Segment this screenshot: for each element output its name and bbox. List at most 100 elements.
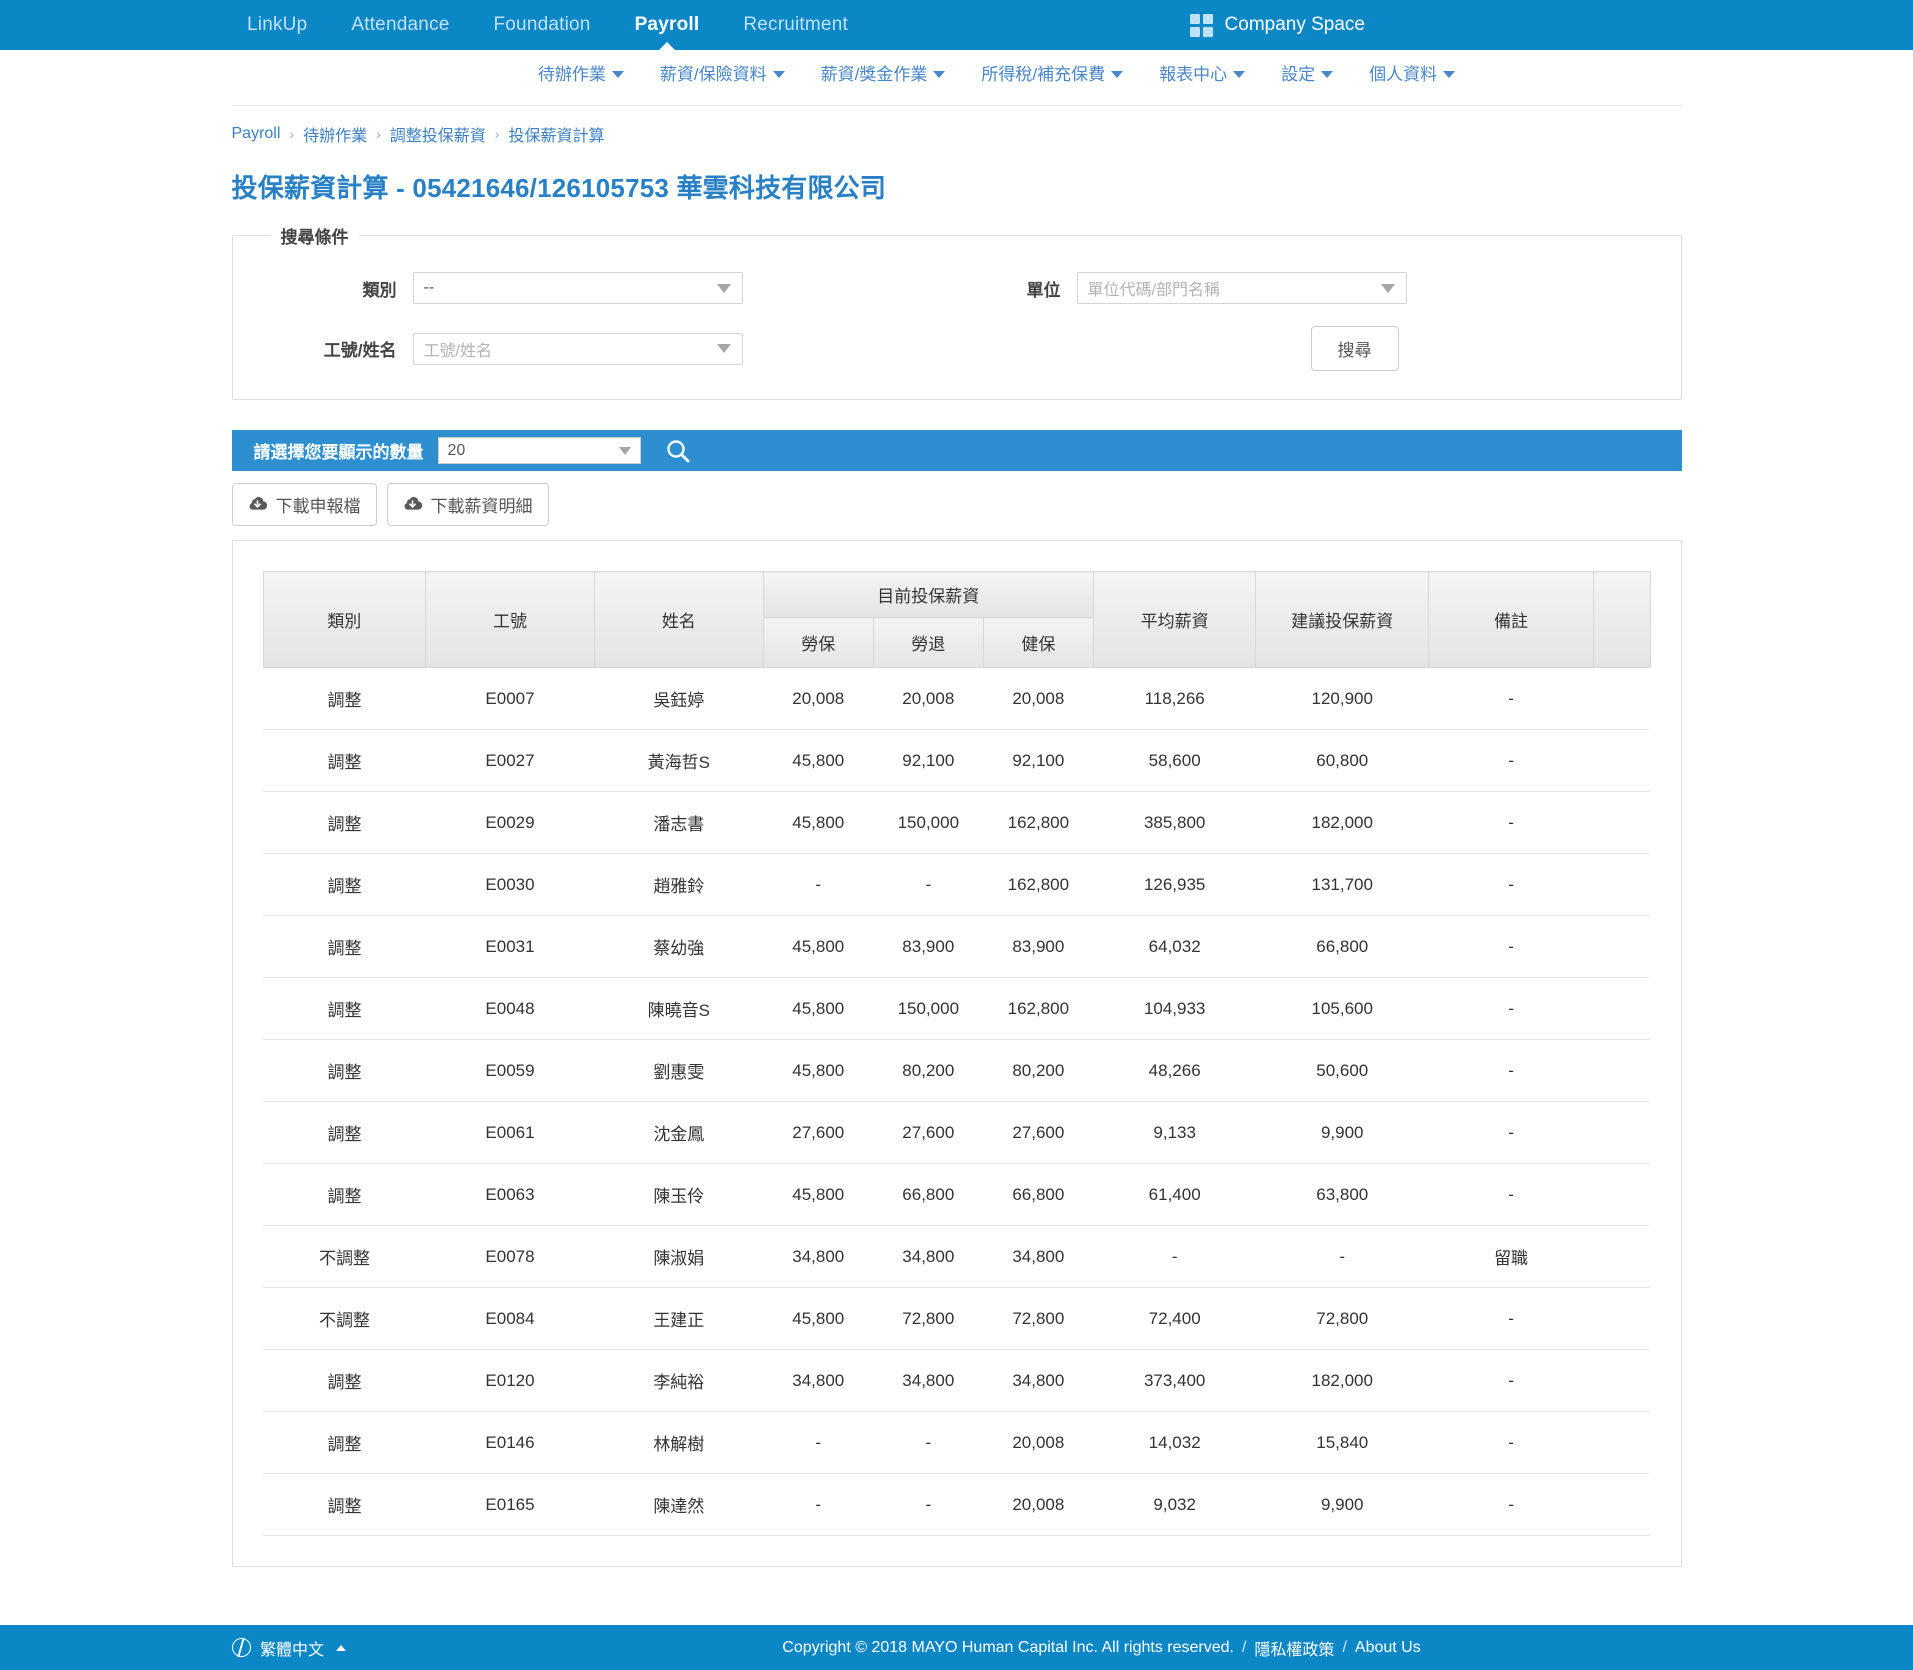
cell-average-salary: 64,032 bbox=[1093, 915, 1256, 978]
cell-name: 吳鈺婷 bbox=[594, 667, 764, 730]
cell-health-insurance: 72,800 bbox=[983, 1287, 1094, 1350]
table-row[interactable]: 調整 E0063 陳玉伶 45,800 66,800 66,800 61,400 63,800… bbox=[263, 1163, 1650, 1226]
search-form: 類別 -- 單位 單位代碼/部門名稱 工號/姓名 工號/姓名 搜尋 bbox=[263, 258, 1651, 371]
employee-select[interactable]: 工號/姓名 bbox=[412, 332, 743, 365]
cell-average-salary: 9,133 bbox=[1093, 1101, 1256, 1164]
download-declaration-button[interactable]: 下載申報檔 bbox=[231, 483, 377, 526]
cell-suggested-salary: 105,600 bbox=[1255, 977, 1429, 1040]
display-count-select[interactable]: 20 bbox=[437, 437, 641, 464]
breadcrumb-separator-icon: › bbox=[376, 126, 381, 142]
cell-employee-id: E0029 bbox=[425, 791, 595, 854]
nav-item-foundation[interactable]: Foundation bbox=[471, 0, 612, 50]
table-row[interactable]: 不調整 E0078 陳淑娟 34,800 34,800 34,800- - 留職 bbox=[263, 1225, 1650, 1288]
unit-label: 單位 bbox=[1026, 280, 1061, 300]
breadcrumb-item-adjust-insured-salary[interactable]: 調整投保薪資 bbox=[390, 122, 486, 146]
cell-labor-insurance: 20,008 bbox=[763, 667, 874, 730]
nav-item-payroll[interactable]: Payroll bbox=[613, 0, 722, 50]
cell-average-salary: 61,400 bbox=[1093, 1163, 1256, 1226]
subnav-item-profile[interactable]: 個人資料 bbox=[1351, 60, 1473, 85]
cell-category: 調整 bbox=[263, 977, 426, 1040]
nav-item-recruitment[interactable]: Recruitment bbox=[721, 0, 870, 50]
cell-name: 陳玉伶 bbox=[594, 1163, 764, 1226]
cell-name: 陳淑娟 bbox=[594, 1225, 764, 1288]
table-row[interactable]: 調整 E0031 蔡幼強 45,800 83,900 83,900 64,032 66,800… bbox=[263, 915, 1650, 978]
subnav-item-salary-bonus[interactable]: 薪資/獎金作業 bbox=[803, 60, 964, 85]
cell-blank bbox=[1593, 1473, 1650, 1536]
table-row[interactable]: 不調整 E0084 王建正 45,800 72,800 72,800 72,400 72,80… bbox=[263, 1287, 1650, 1350]
cell-labor-pension: - bbox=[873, 853, 984, 916]
subnav-item-income-tax[interactable]: 所得稅/補充保費 bbox=[963, 60, 1141, 85]
subnav-item-salary-insurance[interactable]: 薪資/保險資料 bbox=[642, 60, 803, 85]
privacy-policy-link[interactable]: 隱私權政策 bbox=[1254, 1636, 1334, 1660]
search-button[interactable]: 搜尋 bbox=[1310, 326, 1399, 371]
cell-employee-id: E0165 bbox=[425, 1473, 595, 1536]
cell-health-insurance: 20,008 bbox=[983, 667, 1094, 730]
unit-select-value: 單位代碼/部門名稱 bbox=[1087, 282, 1220, 299]
cell-category: 調整 bbox=[263, 853, 426, 916]
table-row[interactable]: 調整 E0059 劉惠雯 45,800 80,200 80,200 48,266 50,600… bbox=[263, 1039, 1650, 1102]
cell-blank bbox=[1593, 1349, 1650, 1412]
cell-health-insurance: 20,008 bbox=[983, 1411, 1094, 1474]
language-label: 繁體中文 bbox=[260, 1641, 325, 1659]
table-row[interactable]: 調整 E0029 潘志書 45,800 150,000 162,800 385,800 182… bbox=[263, 791, 1650, 854]
cell-blank bbox=[1593, 1411, 1650, 1474]
about-us-link[interactable]: About Us bbox=[1355, 1639, 1421, 1657]
cell-average-salary: 118,266 bbox=[1093, 667, 1256, 730]
breadcrumb-item-payroll[interactable]: Payroll bbox=[232, 125, 281, 143]
company-space-button[interactable]: Company Space bbox=[1189, 13, 1365, 37]
cell-average-salary: 126,935 bbox=[1093, 853, 1256, 916]
cell-blank bbox=[1593, 1101, 1650, 1164]
unit-select[interactable]: 單位代碼/部門名稱 bbox=[1076, 272, 1407, 304]
cell-labor-insurance: - bbox=[763, 853, 874, 916]
cell-suggested-salary: 182,000 bbox=[1255, 791, 1429, 854]
subnav-item-report-center[interactable]: 報表中心 bbox=[1141, 60, 1263, 85]
download-payroll-detail-label: 下載薪資明細 bbox=[430, 497, 533, 516]
secondary-nav: 待辦作業 薪資/保險資料 薪資/獎金作業 所得稅/補充保費 報表中心 設定 個人… bbox=[0, 50, 1913, 95]
company-space-label: Company Space bbox=[1224, 14, 1365, 35]
table-row[interactable]: 調整 E0165 陳達然 - -20,008 9,032 9,900- bbox=[263, 1473, 1650, 1536]
category-select[interactable]: -- bbox=[412, 272, 743, 304]
table-row[interactable]: 調整 E0146 林解樹 - -20,008 14,032 15,840- bbox=[263, 1411, 1650, 1474]
cell-blank bbox=[1593, 791, 1650, 854]
subnav-label: 薪資/保險資料 bbox=[659, 65, 767, 84]
cell-employee-id: E0120 bbox=[425, 1349, 595, 1412]
cell-employee-id: E0048 bbox=[425, 977, 595, 1040]
cell-health-insurance: 80,200 bbox=[983, 1039, 1094, 1102]
cell-category: 調整 bbox=[263, 791, 426, 854]
cell-health-insurance: 66,800 bbox=[983, 1163, 1094, 1226]
table-row[interactable]: 調整 E0061 沈金鳳 27,600 27,600 27,600 9,133 9,900- bbox=[263, 1101, 1650, 1164]
cell-name: 蔡幼強 bbox=[594, 915, 764, 978]
subnav-item-todo[interactable]: 待辦作業 bbox=[520, 60, 642, 85]
table-row[interactable]: 調整 E0120 李純裕 34,800 34,800 34,800 373,400 182,0… bbox=[263, 1349, 1650, 1412]
cell-suggested-salary: 9,900 bbox=[1255, 1101, 1429, 1164]
cell-note: - bbox=[1428, 977, 1594, 1040]
table-row[interactable]: 調整 E0007 吳鈺婷 20,008 20,008 20,008 118,266 120,9… bbox=[263, 667, 1650, 730]
cell-labor-pension: - bbox=[873, 1411, 984, 1474]
display-count-label: 請選擇您要顯示的數量 bbox=[253, 443, 424, 462]
table-row[interactable]: 調整 E0027 黃海哲S 45,800 92,100 92,100 58,600 60,80… bbox=[263, 729, 1650, 792]
subnav-label: 待辦作業 bbox=[537, 65, 606, 84]
cell-labor-insurance: - bbox=[763, 1411, 874, 1474]
table-row[interactable]: 調整 E0030 趙雅鈴 - -162,800 126,935 131,700- bbox=[263, 853, 1650, 916]
breadcrumb-item-insured-salary-calc[interactable]: 投保薪資計算 bbox=[508, 122, 604, 146]
cell-labor-insurance: 45,800 bbox=[763, 1163, 874, 1226]
cell-labor-insurance: 34,800 bbox=[763, 1349, 874, 1412]
cell-employee-id: E0078 bbox=[425, 1225, 595, 1288]
chevron-down-icon bbox=[611, 71, 624, 79]
header-current-insured-salary-group: 目前投保薪資 bbox=[762, 571, 1094, 618]
cell-employee-id: E0027 bbox=[425, 729, 595, 792]
nav-item-linkup[interactable]: LinkUp bbox=[225, 0, 329, 50]
cell-blank bbox=[1593, 977, 1650, 1040]
breadcrumb-item-todo[interactable]: 待辦作業 bbox=[303, 122, 367, 146]
table-row[interactable]: 調整 E0048 陳曉音S 45,800 150,000 162,800 104,933 10… bbox=[263, 977, 1650, 1040]
cell-note: 留職 bbox=[1428, 1225, 1594, 1288]
search-icon[interactable] bbox=[665, 438, 691, 464]
cell-blank bbox=[1593, 729, 1650, 792]
language-selector[interactable]: 繁體中文 bbox=[232, 1636, 347, 1660]
chevron-down-icon bbox=[716, 283, 731, 293]
cell-category: 不調整 bbox=[263, 1225, 426, 1288]
nav-item-attendance[interactable]: Attendance bbox=[329, 0, 471, 50]
cell-suggested-salary: - bbox=[1255, 1225, 1429, 1288]
subnav-item-settings[interactable]: 設定 bbox=[1263, 60, 1351, 85]
download-payroll-detail-button[interactable]: 下載薪資明細 bbox=[386, 483, 549, 526]
